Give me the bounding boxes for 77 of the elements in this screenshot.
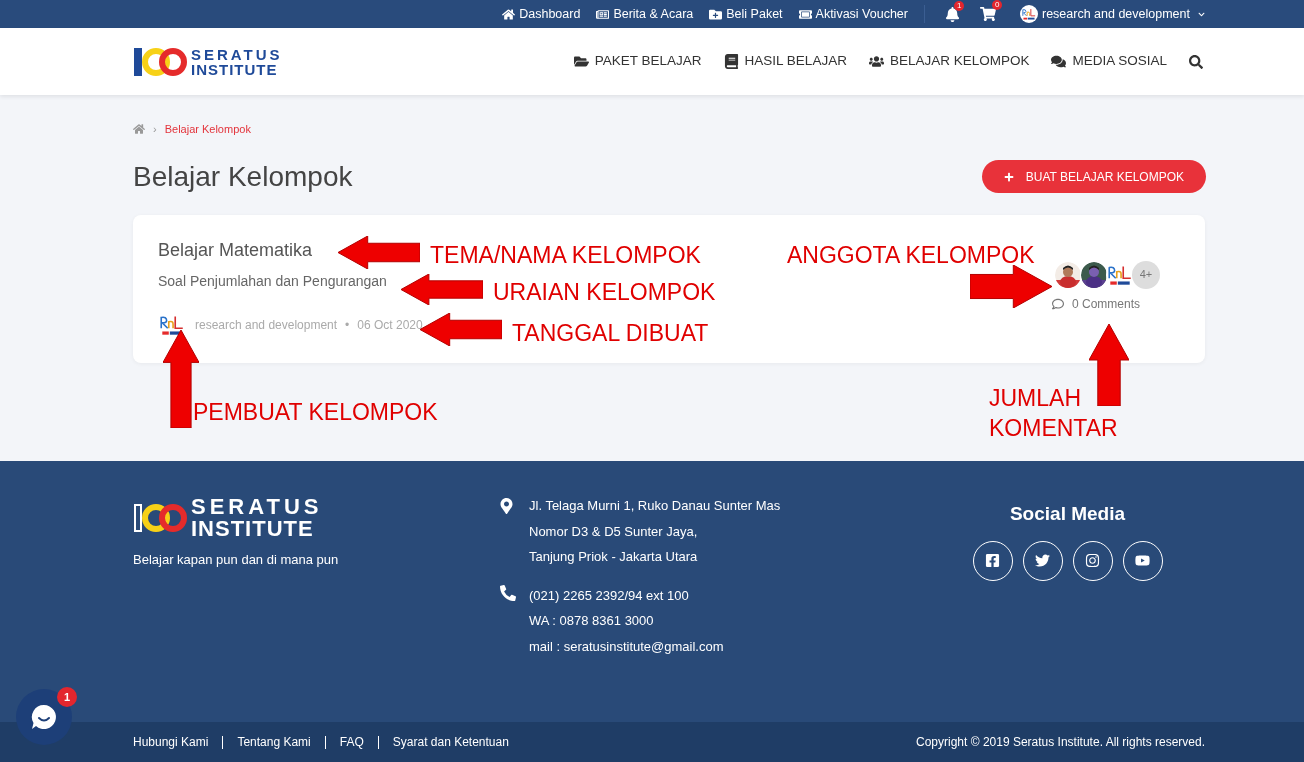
user-menu[interactable]: research and development xyxy=(1020,4,1205,24)
group-description: Soal Penjumlahan dan Pengurangan xyxy=(158,271,388,291)
bullet-separator: • xyxy=(345,316,350,334)
page-title: Belajar Kelompok xyxy=(133,159,353,194)
breadcrumb-separator: › xyxy=(153,122,157,137)
address-line: Tanjung Priok - Jakarta Utara xyxy=(529,548,699,566)
footer-link[interactable]: Hubungi Kami xyxy=(133,733,209,751)
address-line: Nomor D3 & D5 Sunter Jaya, xyxy=(529,522,699,541)
comment-count[interactable]: 0 Comments xyxy=(1071,294,1140,313)
arrow-icon xyxy=(970,265,1052,308)
book-icon xyxy=(723,54,739,69)
notification-badge: 1 xyxy=(954,0,965,11)
social-media-title: Social Media xyxy=(1009,502,1126,526)
facebook-icon xyxy=(985,553,1000,568)
footer-tagline: Belajar kapan pun dan di mana pun xyxy=(133,551,340,569)
phone-icon xyxy=(500,584,516,601)
group-title[interactable]: Belajar Matematika xyxy=(158,236,423,264)
contact-line: mail : seratusinstitute@gmail.com xyxy=(529,637,724,656)
newspaper-icon xyxy=(596,7,610,21)
chat-icon xyxy=(1051,54,1067,69)
contact-line: (021) 2265 2392/94 ext 100 xyxy=(529,586,690,605)
cart-icon xyxy=(980,6,996,22)
annotation-label: TANGGAL DIBUAT xyxy=(512,319,709,348)
cart-button[interactable] xyxy=(980,6,996,22)
main-nav-link[interactable]: MEDIA SOSIAL xyxy=(1051,51,1167,72)
ticket-icon xyxy=(798,7,812,21)
main-nav-link[interactable]: HASIL BELAJAR xyxy=(723,51,847,72)
users-icon xyxy=(868,54,884,69)
notification-button[interactable] xyxy=(945,6,960,22)
chat-bubble-icon xyxy=(30,703,58,731)
top-nav-link[interactable]: Dashboard xyxy=(502,4,581,24)
member-avatar[interactable] xyxy=(1054,260,1082,289)
annotation-label: PEMBUAT KELOMPOK xyxy=(193,398,438,427)
instagram-icon xyxy=(1085,553,1100,568)
logo-text: INSTITUTE xyxy=(191,61,279,77)
plus-icon xyxy=(1003,171,1014,182)
copyright-text: Copyright © 2019 Seratus Institute. All rights reserved. xyxy=(916,734,1205,751)
chevron-down-icon xyxy=(1198,10,1205,18)
annotation-label: ANGGOTA KELOMPOK xyxy=(787,241,1035,270)
created-date: 06 Oct 2020 xyxy=(357,316,423,334)
arrow-icon xyxy=(1089,324,1129,406)
footer-link[interactable]: FAQ xyxy=(339,733,364,751)
address-line: Jl. Telaga Murni 1, Ruko Danau Sunter Mas xyxy=(529,497,781,515)
folder-plus-icon xyxy=(709,7,723,21)
comment-icon xyxy=(1051,297,1064,310)
annotation-label: URAIAN KELOMPOK xyxy=(493,278,716,307)
arrow-icon xyxy=(401,274,483,305)
top-nav-link[interactable]: Berita & Acara xyxy=(596,4,694,24)
member-avatar[interactable] xyxy=(1080,260,1108,289)
create-group-button[interactable]: BUAT BELAJAR KELOMPOK xyxy=(981,160,1206,193)
logo-text: SERATUS xyxy=(191,496,323,518)
main-nav-link[interactable]: BELAJAR KELOMPOK xyxy=(868,51,1030,72)
main-nav-link[interactable]: PAKET BELAJAR xyxy=(573,51,702,72)
arrow-icon xyxy=(338,236,420,269)
footer-link[interactable]: Tentang Kami xyxy=(237,733,311,751)
location-icon xyxy=(500,498,513,514)
top-nav-link[interactable]: Aktivasi Voucher xyxy=(798,4,908,24)
logo-icon xyxy=(133,45,187,78)
logo-text: INSTITUTE xyxy=(191,518,315,540)
annotation-label: JUMLAH KOMENTAR xyxy=(989,384,1119,443)
folder-icon xyxy=(573,54,589,69)
home-icon[interactable] xyxy=(133,123,145,136)
logo-icon xyxy=(133,502,187,534)
cart-badge: 0 xyxy=(992,0,1003,10)
logo-text: SERATUS xyxy=(191,46,283,62)
footer-link[interactable]: Syarat dan Ketentuan xyxy=(392,733,509,751)
annotation-label: TEMA/NAMA KELOMPOK xyxy=(430,241,701,270)
user-avatar xyxy=(1021,6,1037,22)
author-name: research and development xyxy=(195,316,338,334)
bell-icon xyxy=(945,6,960,22)
breadcrumb-current: Belajar Kelompok xyxy=(164,122,251,137)
search-icon[interactable] xyxy=(1189,54,1203,69)
contact-line: WA : 0878 8361 3000 xyxy=(529,612,655,630)
twitter-icon xyxy=(1035,553,1050,568)
home-icon xyxy=(502,7,516,21)
top-nav-link[interactable]: Beli Paket xyxy=(709,4,783,24)
youtube-icon xyxy=(1135,553,1150,568)
